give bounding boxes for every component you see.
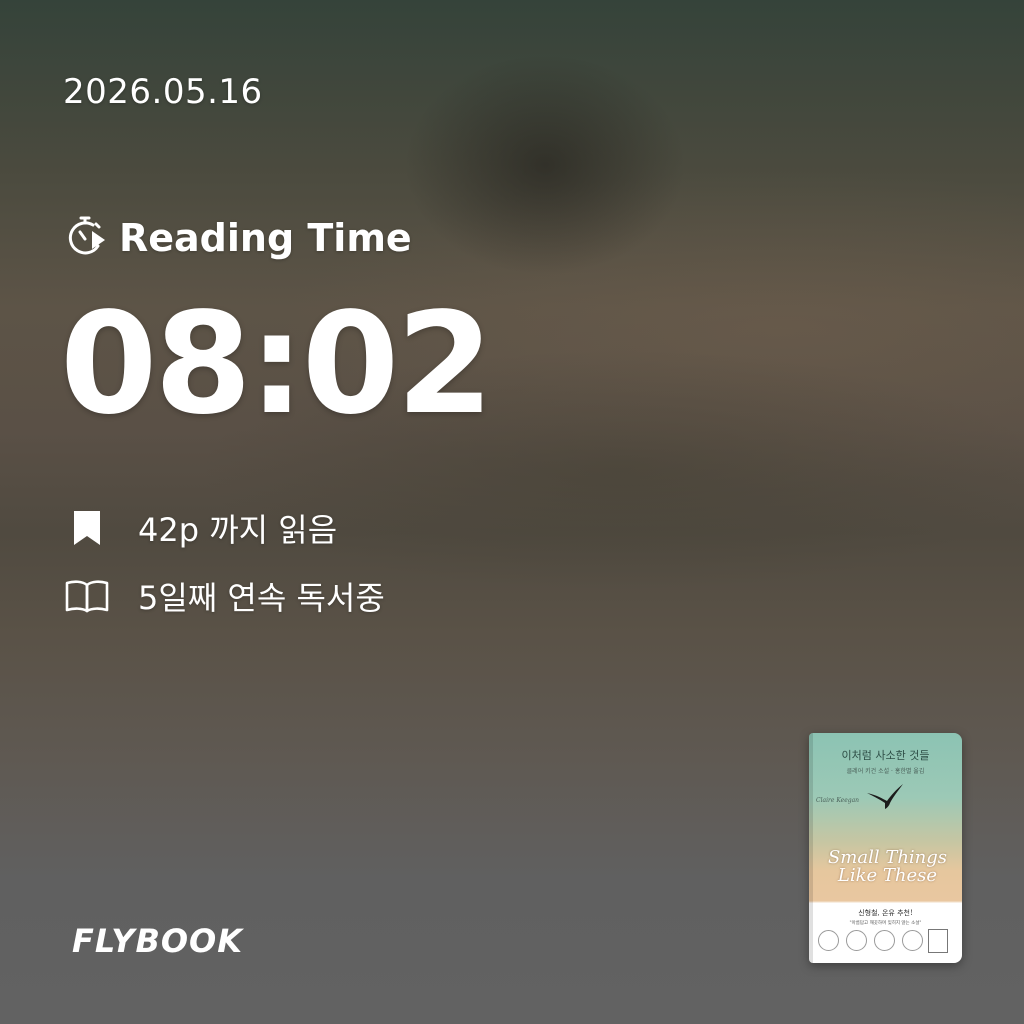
reading-time-label: Reading Time: [119, 216, 412, 260]
book-english-author: Claire Keegan: [816, 797, 860, 804]
reading-time-header: Reading Time: [63, 213, 412, 263]
open-book-icon: [64, 574, 110, 618]
award-badge: [846, 930, 867, 951]
book-recommendation: 신형철, 온유 추천!: [858, 909, 913, 917]
award-badge: [818, 930, 839, 951]
award-badges: [818, 930, 923, 951]
pages-read-text: 42p 까지 읽음: [138, 511, 338, 549]
book-author-line: 클레어 키건 소설 · 홍한별 옮김: [846, 768, 925, 775]
streak-row: 5일째 연속 독서중: [64, 574, 385, 618]
bookmark-icon: [64, 506, 110, 550]
book-quote: "아름답고 깨끗하며 잊히지 않는 소설": [849, 921, 922, 926]
flybook-logo: FLYBOOK: [72, 922, 244, 960]
book-english-title-line2: Like These: [837, 865, 938, 886]
book-cover[interactable]: 이처럼 사소한 것들 클레어 키건 소설 · 홍한별 옮김 Claire Kee…: [809, 733, 962, 963]
stopwatch-play-icon: [63, 213, 109, 263]
booker-prize-badge: [928, 929, 948, 953]
reading-time-value: 08:02: [60, 283, 494, 446]
award-badge: [902, 930, 923, 951]
bird-illustration: [867, 784, 903, 809]
date-label: 2026.05.16: [63, 72, 263, 112]
award-badge: [874, 930, 895, 951]
streak-text: 5일째 연속 독서중: [138, 579, 385, 617]
book-english-title: Small Things Like These: [815, 849, 960, 885]
book-korean-title: 이처럼 사소한 것들: [841, 749, 930, 762]
pages-read-row: 42p 까지 읽음: [64, 506, 337, 550]
